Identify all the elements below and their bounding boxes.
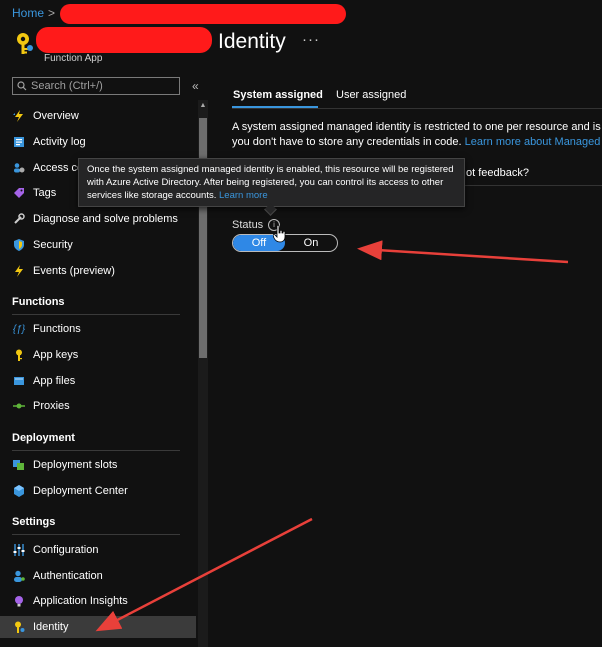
page-title: Identity [218,30,286,53]
toggle-option-on[interactable]: On [285,235,337,251]
sidebar-item-diagnose[interactable]: Diagnose and solve problems [0,208,196,230]
sidebar-item-proxies[interactable]: Proxies [0,395,196,417]
tooltip-line-3: services like storage accounts. Learn mo… [87,189,456,202]
tooltip-line-1: Once the system assigned managed identit… [87,164,454,175]
people-icon [12,161,26,175]
identity-key-icon [12,620,26,634]
sidebar-item-deployment-slots[interactable]: Deployment slots [0,454,196,476]
tooltip-line-2: with Azure Active Directory. After being… [87,177,444,188]
sidebar-item-identity[interactable]: Identity [0,616,196,638]
sidebar-item-label: Deployment slots [33,459,118,471]
tab-system-assigned[interactable]: System assigned [233,89,323,101]
proxy-icon [12,399,26,413]
slots-icon [12,458,26,472]
redaction-mark-title [36,27,212,53]
sliders-icon [12,543,26,557]
cube-icon [12,484,26,498]
sidebar-item-label: Deployment Center [33,485,128,497]
sidebar-item-deployment-center[interactable]: Deployment Center [0,480,196,502]
description-line-2: you don't have to store any credentials … [232,135,602,150]
info-tooltip: Once the system assigned managed identit… [78,158,465,207]
section-title-settings: Settings [12,516,56,528]
scroll-up-arrow-icon[interactable]: ▲ [199,102,207,110]
bulb-icon [12,594,26,608]
sidebar-item-label: Overview [33,110,79,122]
person-icon [12,569,26,583]
sidebar-item-label: Tags [33,187,57,199]
learn-more-managed-identity-link[interactable]: Learn more about Managed ide [465,136,602,148]
breadcrumb-home-link[interactable]: Home [12,6,44,20]
tag-icon [12,186,26,200]
tab-user-assigned[interactable]: User assigned [336,89,406,101]
sidebar-item-activity-log[interactable]: Activity log [0,131,196,153]
breadcrumb: Home > [12,6,55,20]
files-icon [12,374,26,388]
sidebar-item-label: Configuration [33,544,99,556]
sidebar-item-label: App files [33,375,76,387]
sidebar-item-label: Identity [33,621,69,633]
lightning-icon [12,109,26,123]
sidebar-item-label: App keys [33,349,79,361]
section-divider [12,450,180,451]
function-app-icon [14,32,34,56]
section-divider [12,534,180,535]
breadcrumb-separator: > [48,6,56,20]
section-title-deployment: Deployment [12,432,75,444]
search-icon [17,81,27,91]
sidebar-search-input[interactable]: Search (Ctrl+/) [12,77,180,95]
sidebar-item-application-insights[interactable]: Application Insights [0,590,196,612]
tooltip-text: services like storage accounts. [87,190,220,201]
identity-description: A system assigned managed identity is re… [232,120,602,150]
sidebar-item-label: Functions [33,323,81,335]
redaction-mark-top [60,4,346,24]
sidebar-scroll-thumb[interactable] [199,118,207,358]
sidebar-item-events[interactable]: Events (preview) [0,260,196,282]
tooltip-learn-more-link[interactable]: Learn more [219,190,268,201]
sidebar-item-label: Events (preview) [33,265,115,277]
sidebar-item-label: Security [33,239,73,251]
sidebar-item-functions[interactable]: {ƒ} Functions [0,318,196,340]
bolt-icon [12,264,26,278]
sidebar-item-label: Authentication [33,570,103,582]
description-line-1: A system assigned managed identity is re… [232,121,602,133]
sidebar-item-configuration[interactable]: Configuration [0,539,196,561]
description-text: you don't have to store any credentials … [232,136,465,148]
sidebar-item-app-keys[interactable]: App keys [0,344,196,366]
section-title-functions: Functions [12,296,65,308]
sidebar-item-security[interactable]: Security [0,234,196,256]
shield-icon [12,238,26,252]
resource-type-label: Function App [44,53,103,64]
tabs-divider [232,108,602,109]
status-label: Status [232,219,264,231]
sidebar-item-label: Application Insights [33,595,128,607]
hand-cursor-icon [272,224,287,246]
section-divider [12,314,180,315]
sidebar-item-label: Activity log [33,136,86,148]
sidebar-item-app-files[interactable]: App files [0,370,196,392]
log-icon [12,135,26,149]
sidebar-item-overview[interactable]: Overview [0,105,196,127]
key-icon [12,348,26,362]
more-options-button[interactable]: ··· [302,31,320,48]
feedback-prompt[interactable]: ot feedback? [466,167,529,179]
sidebar-item-label: Proxies [33,400,70,412]
sidebar-item-authentication[interactable]: Authentication [0,565,196,587]
annotation-arrow-toggle [357,240,569,264]
sidebar-item-label: Diagnose and solve problems [33,213,178,225]
function-icon: {ƒ} [12,323,26,335]
search-placeholder: Search (Ctrl+/) [31,80,103,92]
wrench-icon [12,212,26,226]
collapse-sidebar-button[interactable]: « [192,79,199,93]
